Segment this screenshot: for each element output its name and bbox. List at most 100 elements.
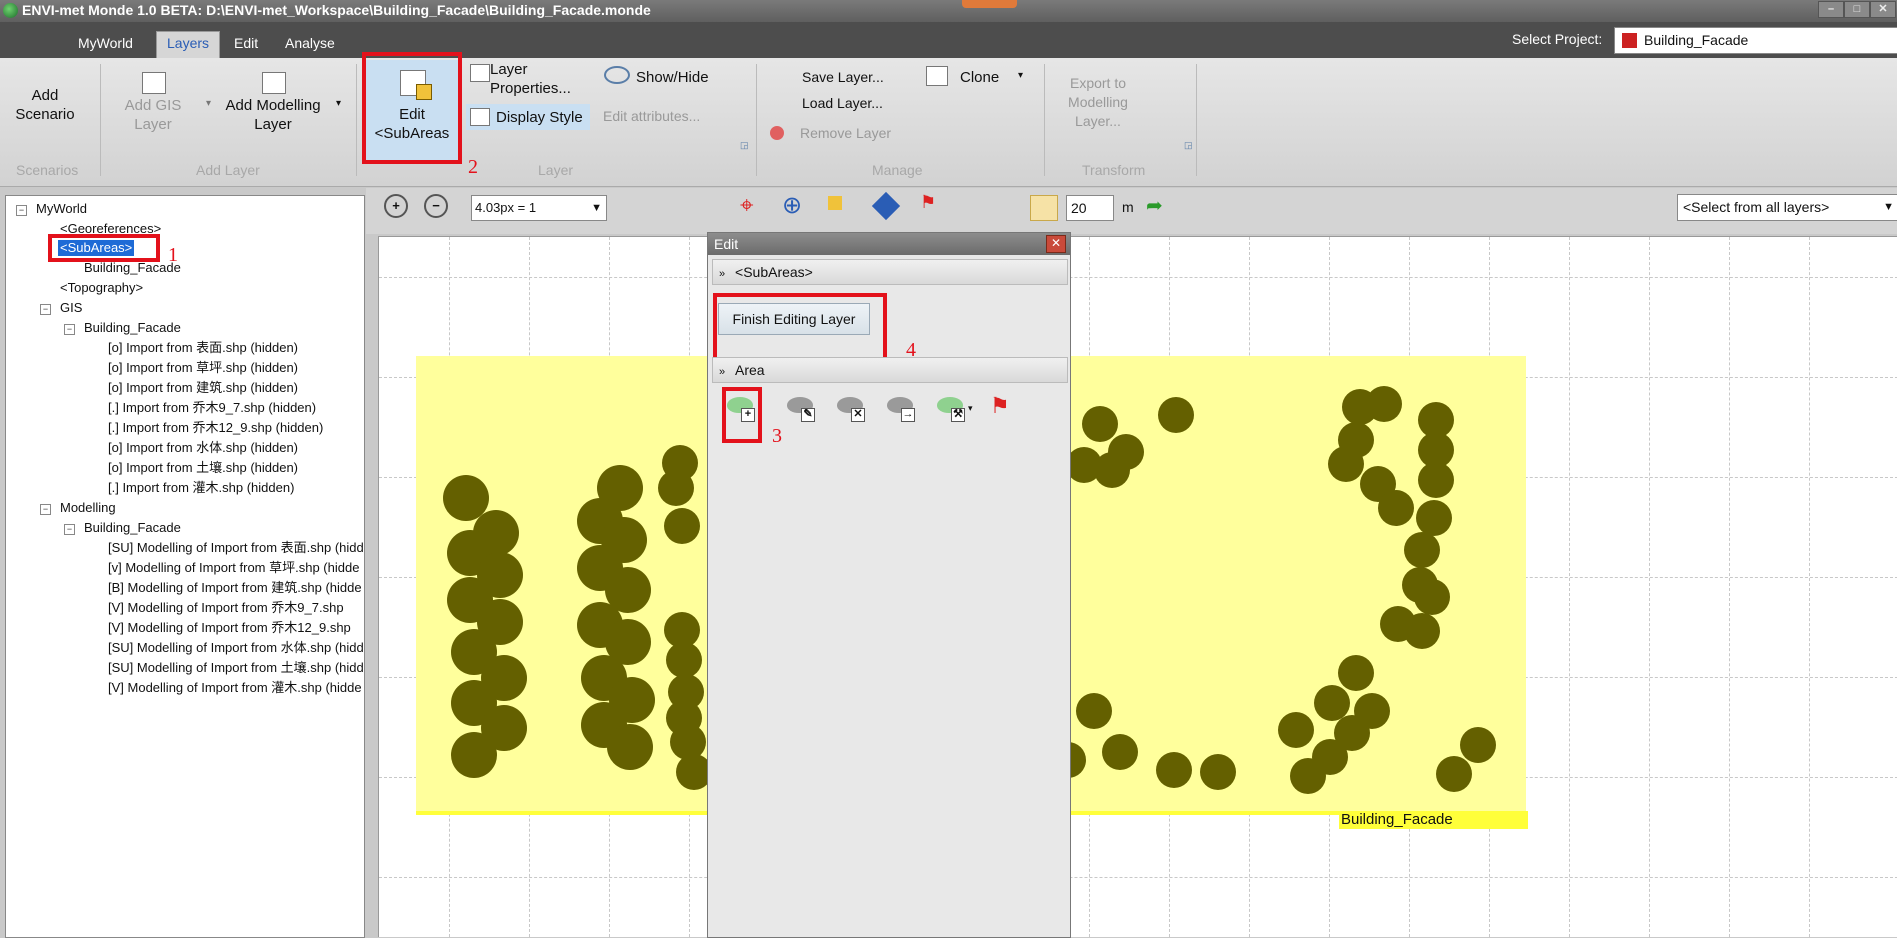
delete-area-button[interactable]: ✕ [835, 395, 865, 422]
flag-icon[interactable]: ⚑ [920, 192, 936, 213]
layer-properties-button[interactable]: Layer Properties... [490, 60, 580, 98]
display-style-button[interactable]: Display Style [496, 108, 583, 127]
tree-symbol [1366, 386, 1402, 422]
tree-symbol [1082, 406, 1118, 442]
clone-button[interactable]: Clone [960, 68, 999, 87]
collapse-chevron-icon: » [719, 366, 726, 378]
ribbon-separator [356, 64, 357, 176]
export-to-modelling-button[interactable]: Export to Modelling Layer... [1058, 74, 1138, 131]
highlight-box-3 [722, 387, 762, 443]
tools-area-button[interactable]: ⚒ [935, 395, 965, 422]
chevron-down-icon[interactable]: ▾ [336, 98, 341, 109]
dialog-launcher-icon[interactable]: ◲ [740, 140, 749, 151]
grid-toggle-icon[interactable] [1030, 195, 1058, 221]
tree-item-modelling[interactable]: Modelling [60, 500, 116, 516]
minimize-button[interactable]: – [1818, 1, 1844, 18]
section-header-subareas[interactable]: » <SubAreas> [712, 259, 1068, 285]
select-area-icon[interactable] [828, 196, 842, 210]
tab-analyse[interactable]: Analyse [275, 32, 345, 56]
tree-item-modelling-layer[interactable]: [SU] Modelling of Import from 水体.shp (hi… [108, 640, 364, 656]
project-icon [1622, 33, 1637, 48]
collapse-icon[interactable]: − [40, 304, 51, 315]
chevron-down-icon[interactable]: ▾ [206, 98, 211, 109]
apply-arrow-icon[interactable]: ➦ [1146, 193, 1163, 218]
ribbon: Add Scenario Add GIS Layer ▾ Add Modelli… [0, 52, 1897, 187]
group-label-transform: Transform [1082, 162, 1146, 178]
layer-select-value: <Select from all layers> [1683, 199, 1830, 215]
select-project-label: Select Project: [1512, 31, 1603, 47]
tree-item-gis-layer[interactable]: [o] Import from 建筑.shp (hidden) [108, 380, 298, 396]
chevron-down-icon[interactable]: ▾ [968, 403, 973, 414]
add-scenario-button[interactable]: Add Scenario [10, 86, 80, 124]
tree-item-gis-building-facade[interactable]: Building_Facade [84, 320, 181, 336]
edit-panel: Edit ✕ » <SubAreas> Finish Editing Layer… [707, 232, 1071, 938]
crosshair-icon[interactable]: ⌖ [740, 194, 766, 220]
tree-item-gis-layer[interactable]: [o] Import from 土壤.shp (hidden) [108, 460, 298, 476]
edit-area-button[interactable]: ✎ [785, 395, 815, 422]
group-label-manage: Manage [872, 162, 923, 178]
collapse-icon[interactable]: − [64, 324, 75, 335]
layer-properties-icon [470, 64, 490, 82]
add-gis-layer-button[interactable]: Add GIS Layer [118, 96, 188, 134]
add-modelling-layer-button[interactable]: Add Modelling Layer [218, 96, 328, 134]
highlight-box-2 [362, 52, 462, 164]
target-icon[interactable]: ⊕ [782, 194, 808, 220]
tab-edit[interactable]: Edit [224, 32, 268, 56]
close-window-button[interactable]: ✕ [1870, 1, 1896, 18]
tree-symbol [1436, 756, 1472, 792]
chevron-down-icon[interactable]: ▾ [1018, 70, 1023, 81]
tree-item-gis-layer[interactable]: [o] Import from 草坪.shp (hidden) [108, 360, 298, 376]
edit-attributes-button[interactable]: Edit attributes... [603, 107, 700, 126]
layer-select[interactable]: <Select from all layers> ▼ [1677, 194, 1897, 221]
grid-size-input[interactable]: 20 [1066, 195, 1114, 221]
collapse-icon[interactable]: − [16, 205, 27, 216]
zoom-out-icon[interactable]: − [424, 194, 448, 218]
annotation-number-2: 2 [468, 156, 478, 178]
close-icon[interactable]: ✕ [1046, 235, 1066, 253]
highlight-box-1 [48, 234, 160, 262]
ribbon-separator [1044, 64, 1045, 176]
tree-symbol [1404, 532, 1440, 568]
tree-item-modelling-layer[interactable]: [SU] Modelling of Import from 土壤.shp (hi… [108, 660, 364, 676]
show-hide-button[interactable]: Show/Hide [636, 68, 709, 87]
subareas-section-body: Finish Editing Layer 4 [708, 285, 1070, 363]
tree-item-modelling-layer[interactable]: [B] Modelling of Import from 建筑.shp (hid… [108, 580, 362, 596]
project-select[interactable]: Building_Facade [1614, 27, 1897, 54]
section-header-area[interactable]: » Area [712, 357, 1068, 383]
zoom-scale-select[interactable]: 4.03px = 1 ▼ [471, 195, 607, 221]
tab-layers[interactable]: Layers [156, 31, 221, 58]
window-title: ENVI-met Monde 1.0 BETA: D:\ENVI-met_Wor… [22, 2, 651, 18]
tree-item-gis-layer[interactable]: [o] Import from 表面.shp (hidden) [108, 340, 298, 356]
dialog-launcher-icon[interactable]: ◲ [1184, 140, 1193, 151]
menu-bar: MyWorld Layers Edit Analyse Select Proje… [0, 22, 1897, 58]
move-area-button[interactable]: → [885, 395, 915, 422]
tree-item-modelling-layer[interactable]: [v] Modelling of Import from 草坪.shp (hid… [108, 560, 359, 576]
tree-item-gis[interactable]: GIS [60, 300, 82, 316]
tree-symbol [1378, 490, 1414, 526]
remove-layer-button[interactable]: Remove Layer [800, 124, 891, 143]
tab-myworld[interactable]: MyWorld [68, 32, 143, 56]
tree-item-gis-layer[interactable]: [.] Import from 乔木9_7.shp (hidden) [108, 400, 316, 416]
tree-item-subarea-building-facade[interactable]: Building_Facade [84, 260, 181, 276]
flag-icon[interactable]: ⚑ [990, 393, 1010, 419]
tree-symbol [1156, 752, 1192, 788]
collapse-icon[interactable]: − [40, 504, 51, 515]
tree-item-modelling-layer[interactable]: [V] Modelling of Import from 灌木.shp (hid… [108, 680, 362, 696]
ribbon-separator [1196, 64, 1197, 176]
save-layer-button[interactable]: Save Layer... [802, 68, 884, 87]
tree-item-modelling-layer[interactable]: [V] Modelling of Import from 乔木12_9.shp [108, 620, 351, 636]
zoom-in-icon[interactable]: + [384, 194, 408, 218]
tree-item-myworld[interactable]: MyWorld [36, 201, 87, 217]
tree-item-topography[interactable]: <Topography> [60, 280, 143, 296]
tree-item-modelling-layer[interactable]: [SU] Modelling of Import from 表面.shp (hi… [108, 540, 364, 556]
tree-item-gis-layer[interactable]: [.] Import from 灌木.shp (hidden) [108, 480, 294, 496]
tree-item-modelling-building-facade[interactable]: Building_Facade [84, 520, 181, 536]
tree-item-modelling-layer[interactable]: [V] Modelling of Import from 乔木9_7.shp [108, 600, 344, 616]
tree-symbol [658, 470, 694, 506]
tree-item-gis-layer[interactable]: [o] Import from 水体.shp (hidden) [108, 440, 298, 456]
add-gis-layer-icon [142, 72, 166, 94]
tree-item-gis-layer[interactable]: [.] Import from 乔木12_9.shp (hidden) [108, 420, 323, 436]
collapse-icon[interactable]: − [64, 524, 75, 535]
load-layer-button[interactable]: Load Layer... [802, 94, 883, 113]
maximize-button[interactable]: □ [1844, 1, 1870, 18]
